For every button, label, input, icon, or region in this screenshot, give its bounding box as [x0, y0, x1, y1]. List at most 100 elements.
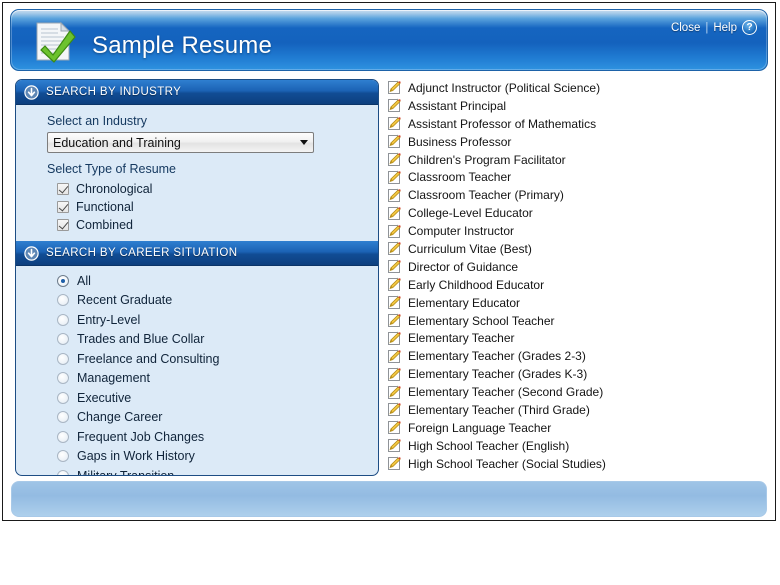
radio-option-military-transition[interactable]: Military Transition	[57, 467, 378, 476]
document-pencil-icon	[387, 420, 402, 435]
list-item[interactable]: Elementary Teacher (Grades 2-3)	[387, 347, 769, 365]
list-item[interactable]: Elementary Teacher (Grades K-3)	[387, 365, 769, 383]
list-item[interactable]: Computer Instructor	[387, 222, 769, 240]
list-item[interactable]: Classroom Teacher	[387, 168, 769, 186]
radio-option-management[interactable]: Management	[57, 370, 378, 387]
section-header-industry[interactable]: SEARCH BY INDUSTRY	[16, 80, 378, 105]
checkbox-icon[interactable]	[57, 183, 69, 195]
list-item[interactable]: High School Teacher (Social Studies)	[387, 455, 769, 473]
action-separator: |	[705, 22, 708, 34]
radio-icon[interactable]	[57, 294, 69, 306]
list-item[interactable]: Elementary Teacher (Third Grade)	[387, 401, 769, 419]
document-pencil-icon	[387, 134, 402, 149]
document-pencil-icon	[387, 241, 402, 256]
list-item[interactable]: Adjunct Instructor (Political Science)	[387, 79, 769, 97]
document-pencil-icon	[387, 385, 402, 400]
list-item[interactable]: High School Teacher (English)	[387, 437, 769, 455]
radio-option-all[interactable]: All	[57, 272, 378, 289]
checkbox-icon[interactable]	[57, 201, 69, 213]
document-pencil-icon	[387, 295, 402, 310]
radio-label: Recent Graduate	[77, 293, 172, 307]
radio-option-executive[interactable]: Executive	[57, 389, 378, 406]
list-item[interactable]: Curriculum Vitae (Best)	[387, 240, 769, 258]
document-pencil-icon	[387, 331, 402, 346]
close-button[interactable]: Close	[671, 22, 700, 34]
checkbox-chronological[interactable]: Chronological	[57, 181, 378, 197]
document-pencil-icon	[387, 402, 402, 417]
list-item-label: Computer Instructor	[408, 224, 514, 238]
list-item[interactable]: Elementary Educator	[387, 294, 769, 312]
list-item[interactable]: College-Level Educator	[387, 204, 769, 222]
radio-option-change-career[interactable]: Change Career	[57, 409, 378, 426]
list-item-label: High School Teacher (English)	[408, 439, 569, 453]
document-pencil-icon	[387, 367, 402, 382]
industry-select[interactable]: Education and Training	[47, 132, 314, 153]
list-item-label: Elementary Teacher	[408, 331, 515, 345]
list-item-label: Curriculum Vitae (Best)	[408, 242, 532, 256]
radio-label: Frequent Job Changes	[77, 430, 204, 444]
radio-label: Freelance and Consulting	[77, 352, 219, 366]
document-pencil-icon	[387, 456, 402, 471]
checkbox-combined[interactable]: Combined	[57, 217, 378, 233]
filters-panel: SEARCH BY INDUSTRY Select an Industry Ed…	[15, 79, 379, 476]
radio-option-entry-level[interactable]: Entry-Level	[57, 311, 378, 328]
document-pencil-icon	[387, 277, 402, 292]
list-item-label: Elementary School Teacher	[408, 314, 555, 328]
list-item-label: Director of Guidance	[408, 260, 518, 274]
radio-icon[interactable]	[57, 392, 69, 404]
title-bar: Sample Resume Close | Help ?	[10, 9, 768, 71]
document-check-icon	[31, 20, 77, 64]
document-pencil-icon	[387, 170, 402, 185]
industry-select-value[interactable]: Education and Training	[47, 132, 314, 153]
checkbox-label: Functional	[76, 200, 134, 214]
document-pencil-icon	[387, 206, 402, 221]
resume-type-label: Select Type of Resume	[47, 162, 378, 176]
collapse-down-icon[interactable]	[24, 85, 39, 100]
radio-icon[interactable]	[57, 314, 69, 326]
radio-label: Change Career	[77, 410, 162, 424]
list-item[interactable]: Children's Program Facilitator	[387, 151, 769, 169]
document-pencil-icon	[387, 80, 402, 95]
list-item[interactable]: Assistant Professor of Mathematics	[387, 115, 769, 133]
industry-field-label: Select an Industry	[47, 114, 378, 128]
document-pencil-icon	[387, 438, 402, 453]
radio-option-frequent-job-changes[interactable]: Frequent Job Changes	[57, 428, 378, 445]
radio-icon[interactable]	[57, 450, 69, 462]
radio-option-recent-graduate[interactable]: Recent Graduate	[57, 292, 378, 309]
document-pencil-icon	[387, 224, 402, 239]
list-item[interactable]: Elementary Teacher (Second Grade)	[387, 383, 769, 401]
list-item[interactable]: Early Childhood Educator	[387, 276, 769, 294]
list-item[interactable]: Director of Guidance	[387, 258, 769, 276]
document-pencil-icon	[387, 313, 402, 328]
help-button[interactable]: Help	[713, 22, 737, 34]
radio-option-gaps-in-work-history[interactable]: Gaps in Work History	[57, 448, 378, 465]
list-item-label: College-Level Educator	[408, 206, 533, 220]
list-item[interactable]: Foreign Language Teacher	[387, 419, 769, 437]
question-mark-icon[interactable]: ?	[742, 20, 757, 35]
radio-option-trades-and-blue-collar[interactable]: Trades and Blue Collar	[57, 331, 378, 348]
section-title-career-situation: SEARCH BY CAREER SITUATION	[46, 247, 237, 259]
radio-icon[interactable]	[57, 372, 69, 384]
list-item[interactable]: Elementary School Teacher	[387, 312, 769, 330]
document-pencil-icon	[387, 116, 402, 131]
radio-label: Management	[77, 371, 150, 385]
list-item[interactable]: Classroom Teacher (Primary)	[387, 186, 769, 204]
section-header-career-situation[interactable]: SEARCH BY CAREER SITUATION	[16, 241, 378, 266]
checkbox-icon[interactable]	[57, 219, 69, 231]
list-item[interactable]: Business Professor	[387, 133, 769, 151]
radio-icon[interactable]	[57, 470, 69, 477]
list-item[interactable]: Elementary Teacher	[387, 329, 769, 347]
list-item[interactable]: Assistant Principal	[387, 97, 769, 115]
collapse-down-icon[interactable]	[24, 246, 39, 261]
radio-icon[interactable]	[57, 431, 69, 443]
radio-option-freelance-and-consulting[interactable]: Freelance and Consulting	[57, 350, 378, 367]
radio-icon[interactable]	[57, 353, 69, 365]
list-item-label: Elementary Teacher (Grades 2-3)	[408, 349, 586, 363]
resume-results-list: Adjunct Instructor (Political Science) As…	[387, 79, 769, 476]
radio-icon[interactable]	[57, 411, 69, 423]
list-item-label: Adjunct Instructor (Political Science)	[408, 81, 600, 95]
document-pencil-icon	[387, 259, 402, 274]
checkbox-functional[interactable]: Functional	[57, 199, 378, 215]
radio-icon[interactable]	[57, 275, 69, 287]
radio-icon[interactable]	[57, 333, 69, 345]
